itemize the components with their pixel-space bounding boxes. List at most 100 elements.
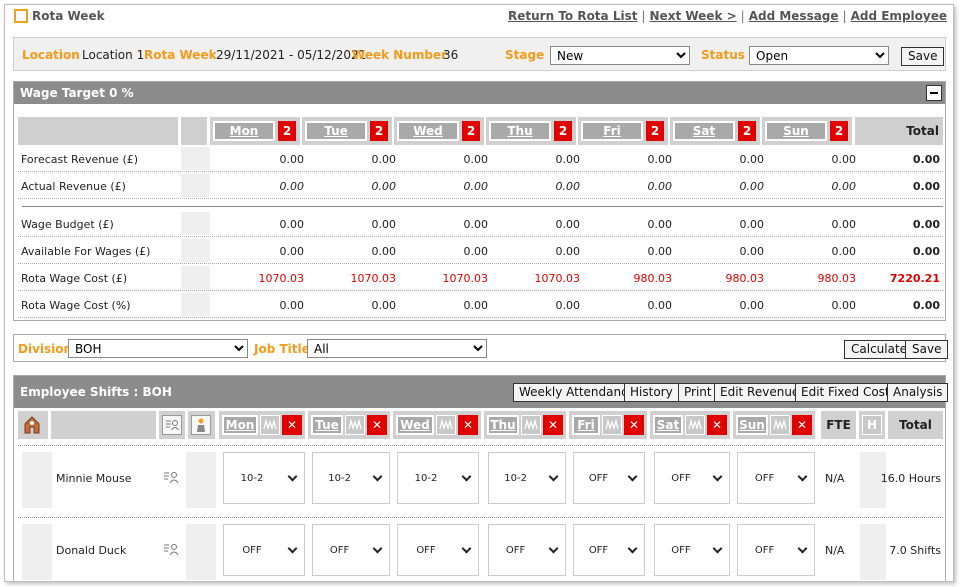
clear-day-icon[interactable]: ✕ — [367, 415, 387, 435]
stage-select[interactable]: New — [550, 46, 690, 65]
wage-cell: 0.00 — [647, 153, 673, 166]
division-save-button[interactable]: Save — [905, 340, 949, 359]
shift-value: OFF — [671, 473, 691, 484]
wage-row-spacer — [181, 239, 210, 262]
wage-day-button[interactable]: Sun — [765, 121, 827, 141]
shift-select[interactable]: 10-2 — [312, 452, 390, 504]
collapse-icon[interactable] — [926, 85, 942, 101]
shift-day-header-6: Sun ✕ — [733, 411, 815, 439]
wage-day-badge[interactable]: 2 — [830, 121, 848, 141]
clear-day-icon[interactable]: ✕ — [792, 415, 812, 435]
chevron-down-icon — [712, 543, 723, 554]
wage-row-spacer — [181, 212, 210, 235]
job-title-select[interactable]: All — [307, 339, 487, 358]
chevron-down-icon — [372, 543, 383, 554]
clear-day-icon[interactable]: ✕ — [458, 415, 478, 435]
person-badge-icon[interactable] — [191, 415, 211, 435]
clear-day-icon[interactable]: ✕ — [707, 415, 727, 435]
clear-day-icon[interactable]: ✕ — [624, 415, 644, 435]
analysis-button[interactable]: Analysis — [887, 383, 949, 402]
shift-value: OFF — [416, 545, 436, 556]
return-to-rota-list-link[interactable]: Return To Rota List — [508, 9, 637, 23]
h-button[interactable]: H — [862, 415, 882, 435]
wave-icon[interactable] — [602, 415, 622, 435]
org-chart-icon[interactable] — [22, 415, 42, 435]
employee-name[interactable]: Donald Duck — [56, 544, 126, 557]
shift-select[interactable]: OFF — [737, 524, 815, 576]
wage-day-badge[interactable]: 2 — [738, 121, 756, 141]
shift-select[interactable]: OFF — [573, 524, 645, 576]
wage-day-button[interactable]: Wed — [397, 121, 459, 141]
shift-select[interactable]: OFF — [223, 524, 305, 576]
wage-day-badge[interactable]: 2 — [646, 121, 664, 141]
h-column-header: H — [859, 411, 885, 439]
wage-day-badge[interactable]: 2 — [554, 121, 572, 141]
wage-cell: 0.00 — [463, 218, 489, 231]
wave-icon[interactable] — [521, 415, 541, 435]
chevron-down-icon — [797, 471, 808, 482]
wage-cell: 0.00 — [831, 218, 857, 231]
clear-day-icon[interactable]: ✕ — [282, 415, 302, 435]
info-save-button[interactable]: Save — [901, 47, 945, 66]
shift-day-button[interactable]: Wed — [396, 415, 434, 435]
add-employee-link[interactable]: Add Employee — [851, 9, 947, 23]
employee-name[interactable]: Minnie Mouse — [56, 472, 132, 485]
shift-day-button[interactable]: Thu — [487, 415, 519, 435]
clear-day-icon[interactable]: ✕ — [543, 415, 563, 435]
shift-select[interactable]: OFF — [488, 524, 566, 576]
shift-select[interactable]: 10-2 — [397, 452, 479, 504]
name-column-header — [51, 411, 156, 439]
wage-day-badge[interactable]: 2 — [278, 121, 296, 141]
employee-total: 7.0 Shifts — [889, 544, 941, 557]
employee-profile-icon[interactable] — [163, 542, 179, 559]
edit-revenue-button[interactable]: Edit Revenue — [714, 383, 806, 402]
shift-select[interactable]: OFF — [312, 524, 390, 576]
wage-day-button[interactable]: Fri — [581, 121, 643, 141]
wave-icon[interactable] — [436, 415, 456, 435]
wage-day-button[interactable]: Mon — [213, 121, 275, 141]
wage-cell: 0.00 — [279, 218, 305, 231]
calculate-button[interactable]: Calculate — [844, 340, 915, 359]
chevron-down-icon — [461, 471, 472, 482]
wage-total-header: Total — [855, 117, 943, 145]
status-select[interactable]: Open — [749, 46, 889, 65]
chevron-down-icon — [797, 543, 808, 554]
print-button[interactable]: Print — [678, 383, 718, 402]
add-message-link[interactable]: Add Message — [749, 9, 839, 23]
profile-list-icon[interactable] — [162, 415, 182, 435]
wave-icon[interactable] — [770, 415, 790, 435]
wage-day-header-0: Mon 2 — [210, 117, 300, 145]
wage-cell: 0.00 — [371, 218, 397, 231]
shift-select[interactable]: OFF — [573, 452, 645, 504]
shift-select[interactable]: OFF — [654, 524, 730, 576]
wave-icon[interactable] — [685, 415, 705, 435]
wage-day-badge[interactable]: 2 — [462, 121, 480, 141]
employee-profile-icon[interactable] — [163, 470, 179, 487]
chevron-down-icon — [461, 543, 472, 554]
shift-select[interactable]: 10-2 — [488, 452, 566, 504]
shift-select[interactable]: OFF — [737, 452, 815, 504]
shift-day-button[interactable]: Tue — [311, 415, 343, 435]
shift-day-button[interactable]: Mon — [222, 415, 258, 435]
shift-select[interactable]: OFF — [654, 452, 730, 504]
wage-cell: 980.03 — [817, 272, 857, 285]
wave-icon[interactable] — [345, 415, 365, 435]
next-week-link[interactable]: Next Week > — [650, 9, 737, 23]
weekly-attendance-button[interactable]: Weekly Attendance — [513, 383, 642, 402]
wage-row-label: Forecast Revenue (£) — [21, 153, 139, 166]
division-select[interactable]: BOH — [68, 339, 248, 358]
wave-icon[interactable] — [260, 415, 280, 435]
wage-day-button[interactable]: Sat — [673, 121, 735, 141]
wage-day-button[interactable]: Tue — [305, 121, 367, 141]
shift-select[interactable]: 10-2 — [223, 452, 305, 504]
wage-day-button[interactable]: Thu — [489, 121, 551, 141]
wage-day-badge[interactable]: 2 — [370, 121, 388, 141]
employee-row-spacer — [186, 524, 216, 580]
history-button[interactable]: History — [624, 383, 679, 402]
edit-fixed-costs-button[interactable]: Edit Fixed Costs — [795, 383, 902, 402]
shift-day-button[interactable]: Fri — [572, 415, 600, 435]
shift-day-button[interactable]: Sat — [653, 415, 683, 435]
shift-select[interactable]: OFF — [397, 524, 479, 576]
shift-day-button[interactable]: Sun — [736, 415, 768, 435]
wage-row-total: 0.00 — [912, 245, 940, 258]
